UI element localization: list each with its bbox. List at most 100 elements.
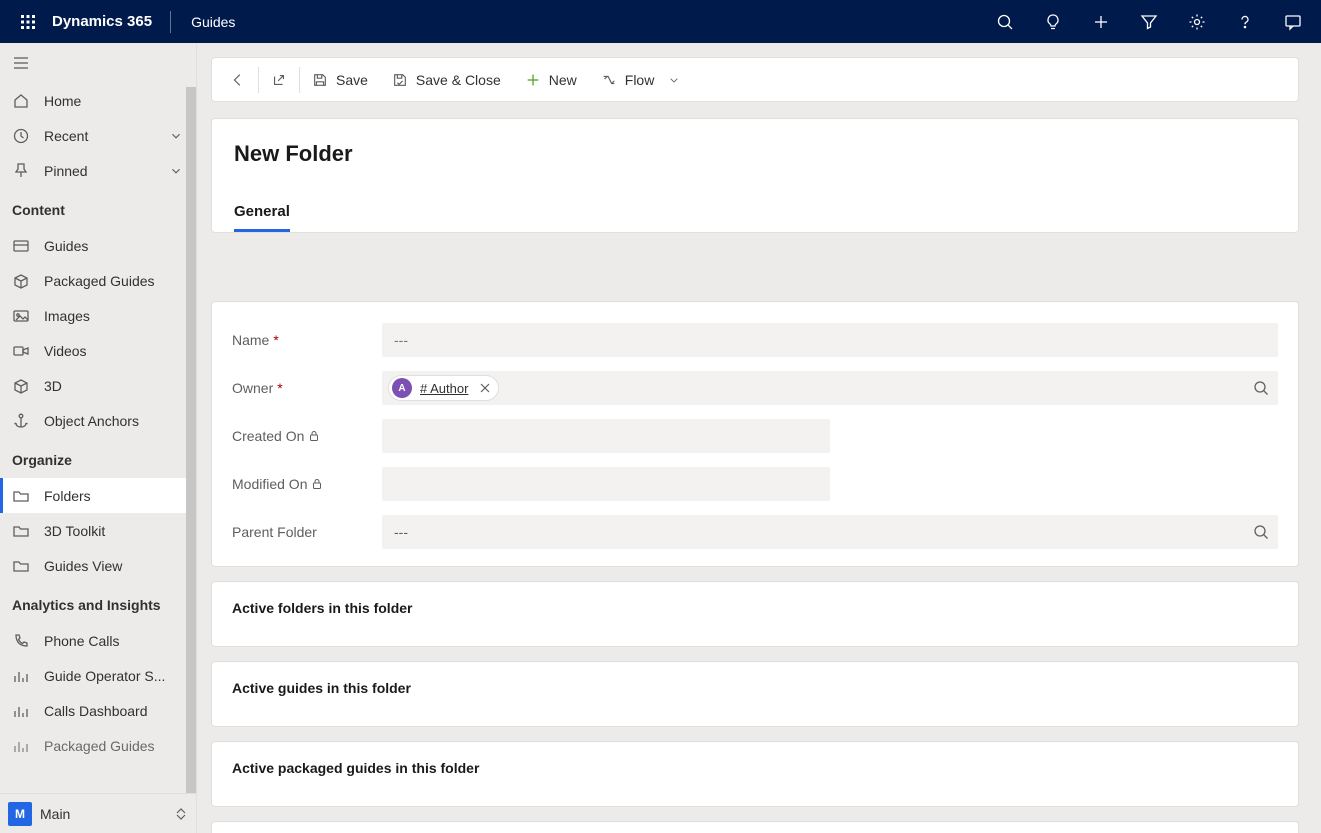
label-text: Modified On <box>232 476 307 492</box>
product-brand[interactable]: Dynamics 365 <box>52 13 170 30</box>
nav-packaged-guides[interactable]: Packaged Guides <box>0 263 196 298</box>
search-icon[interactable] <box>1252 379 1270 397</box>
section-title: Active guides in this folder <box>232 680 1278 696</box>
required-indicator: * <box>277 380 282 396</box>
label-text: Parent Folder <box>232 524 317 540</box>
plus-icon[interactable] <box>1077 0 1125 43</box>
area-label: Main <box>40 806 164 822</box>
gear-icon[interactable] <box>1173 0 1221 43</box>
nav-collapse-button[interactable] <box>0 43 196 83</box>
group-content-header: Content <box>0 188 196 228</box>
chevron-down-icon <box>168 128 184 144</box>
nav-3d-toolkit[interactable]: 3D Toolkit <box>0 513 196 548</box>
avatar: A <box>392 378 412 398</box>
nav-label: Videos <box>44 343 184 359</box>
general-form-section: Name* Owner* A # Author <box>211 301 1299 567</box>
image-icon <box>12 307 30 325</box>
created-on-label: Created On <box>232 428 382 444</box>
owner-label: Owner* <box>232 380 382 396</box>
new-button[interactable]: New <box>513 58 589 101</box>
name-input[interactable] <box>382 323 1278 357</box>
nav-videos[interactable]: Videos <box>0 333 196 368</box>
app-launcher-icon[interactable] <box>4 0 52 43</box>
nav-home-label: Home <box>44 93 184 109</box>
parent-folder-lookup[interactable]: --- <box>382 515 1278 549</box>
nav-packaged-guides-analytics[interactable]: Packaged Guides <box>0 728 196 763</box>
page-title: New Folder <box>234 141 1276 167</box>
chart-icon <box>12 702 30 720</box>
owner-chip[interactable]: A # Author <box>388 375 499 401</box>
back-button[interactable] <box>218 58 258 101</box>
nav-object-anchors[interactable]: Object Anchors <box>0 403 196 438</box>
nav-label: 3D Toolkit <box>44 523 184 539</box>
flow-icon <box>601 72 617 88</box>
tab-bar: General <box>234 203 1276 232</box>
save-close-button-label: Save & Close <box>416 72 501 88</box>
nav-recent-label: Recent <box>44 128 154 144</box>
global-header: Dynamics 365 Guides <box>0 0 1321 43</box>
search-icon[interactable] <box>1252 523 1270 541</box>
cube-icon <box>12 377 30 395</box>
save-icon <box>312 72 328 88</box>
save-and-close-button[interactable]: Save & Close <box>380 58 513 101</box>
section-title: Active packaged guides in this folder <box>232 760 1278 776</box>
required-indicator: * <box>273 332 278 348</box>
chat-icon[interactable] <box>1269 0 1317 43</box>
label-text: Owner <box>232 380 273 396</box>
search-icon[interactable] <box>981 0 1029 43</box>
chevron-down-icon <box>168 163 184 179</box>
tab-general[interactable]: General <box>234 203 290 232</box>
nav-label: Guides View <box>44 558 184 574</box>
nav-label: 3D <box>44 378 184 394</box>
nav-label: Packaged Guides <box>44 738 184 754</box>
card-icon <box>12 237 30 255</box>
nav-folders[interactable]: Folders <box>0 478 196 513</box>
popout-button[interactable] <box>259 58 299 101</box>
area-switcher[interactable]: M Main <box>0 793 196 833</box>
help-icon[interactable] <box>1221 0 1269 43</box>
chevron-down-icon <box>668 74 680 86</box>
area-updown-icon <box>172 808 190 820</box>
modified-on-label: Modified On <box>232 476 382 492</box>
owner-lookup[interactable]: A # Author <box>382 371 1278 405</box>
header-divider <box>170 11 171 33</box>
nav-guides[interactable]: Guides <box>0 228 196 263</box>
lock-icon <box>308 430 320 442</box>
owner-chip-text[interactable]: # Author <box>420 381 468 396</box>
command-bar: Save Save & Close New Flow <box>211 57 1299 102</box>
folder-icon <box>12 487 30 505</box>
nav-phone-calls[interactable]: Phone Calls <box>0 623 196 658</box>
remove-chip-icon[interactable] <box>478 381 492 395</box>
section-active-packaged-guides: Active packaged guides in this folder <box>211 741 1299 807</box>
content-scroll[interactable]: Name* Owner* A # Author <box>211 241 1315 833</box>
parent-folder-placeholder: --- <box>388 524 408 540</box>
nav-calls-dashboard[interactable]: Calls Dashboard <box>0 693 196 728</box>
app-name[interactable]: Guides <box>175 14 235 30</box>
lightbulb-icon[interactable] <box>1029 0 1077 43</box>
save-close-icon <box>392 72 408 88</box>
save-button[interactable]: Save <box>300 58 380 101</box>
nav-label: Guides <box>44 238 184 254</box>
nav-3d[interactable]: 3D <box>0 368 196 403</box>
nav-recent[interactable]: Recent <box>0 118 196 153</box>
created-on-input <box>382 419 830 453</box>
phone-icon <box>12 632 30 650</box>
chart-icon <box>12 737 30 755</box>
nav-guide-operator-sessions[interactable]: Guide Operator S... <box>0 658 196 693</box>
nav-pinned[interactable]: Pinned <box>0 153 196 188</box>
main-area: Save Save & Close New Flow New Folder Ge… <box>197 43 1321 833</box>
anchor-icon <box>12 412 30 430</box>
plus-icon <box>525 72 541 88</box>
flow-button[interactable]: Flow <box>589 58 693 101</box>
nav-images[interactable]: Images <box>0 298 196 333</box>
nav-home[interactable]: Home <box>0 83 196 118</box>
new-button-label: New <box>549 72 577 88</box>
save-button-label: Save <box>336 72 368 88</box>
nav-label: Folders <box>44 488 184 504</box>
chart-icon <box>12 667 30 685</box>
filter-icon[interactable] <box>1125 0 1173 43</box>
section-active-images: Active images in this folder <box>211 821 1299 833</box>
nav-label: Object Anchors <box>44 413 184 429</box>
sidebar-scrollbar[interactable] <box>186 87 196 793</box>
nav-guides-view[interactable]: Guides View <box>0 548 196 583</box>
